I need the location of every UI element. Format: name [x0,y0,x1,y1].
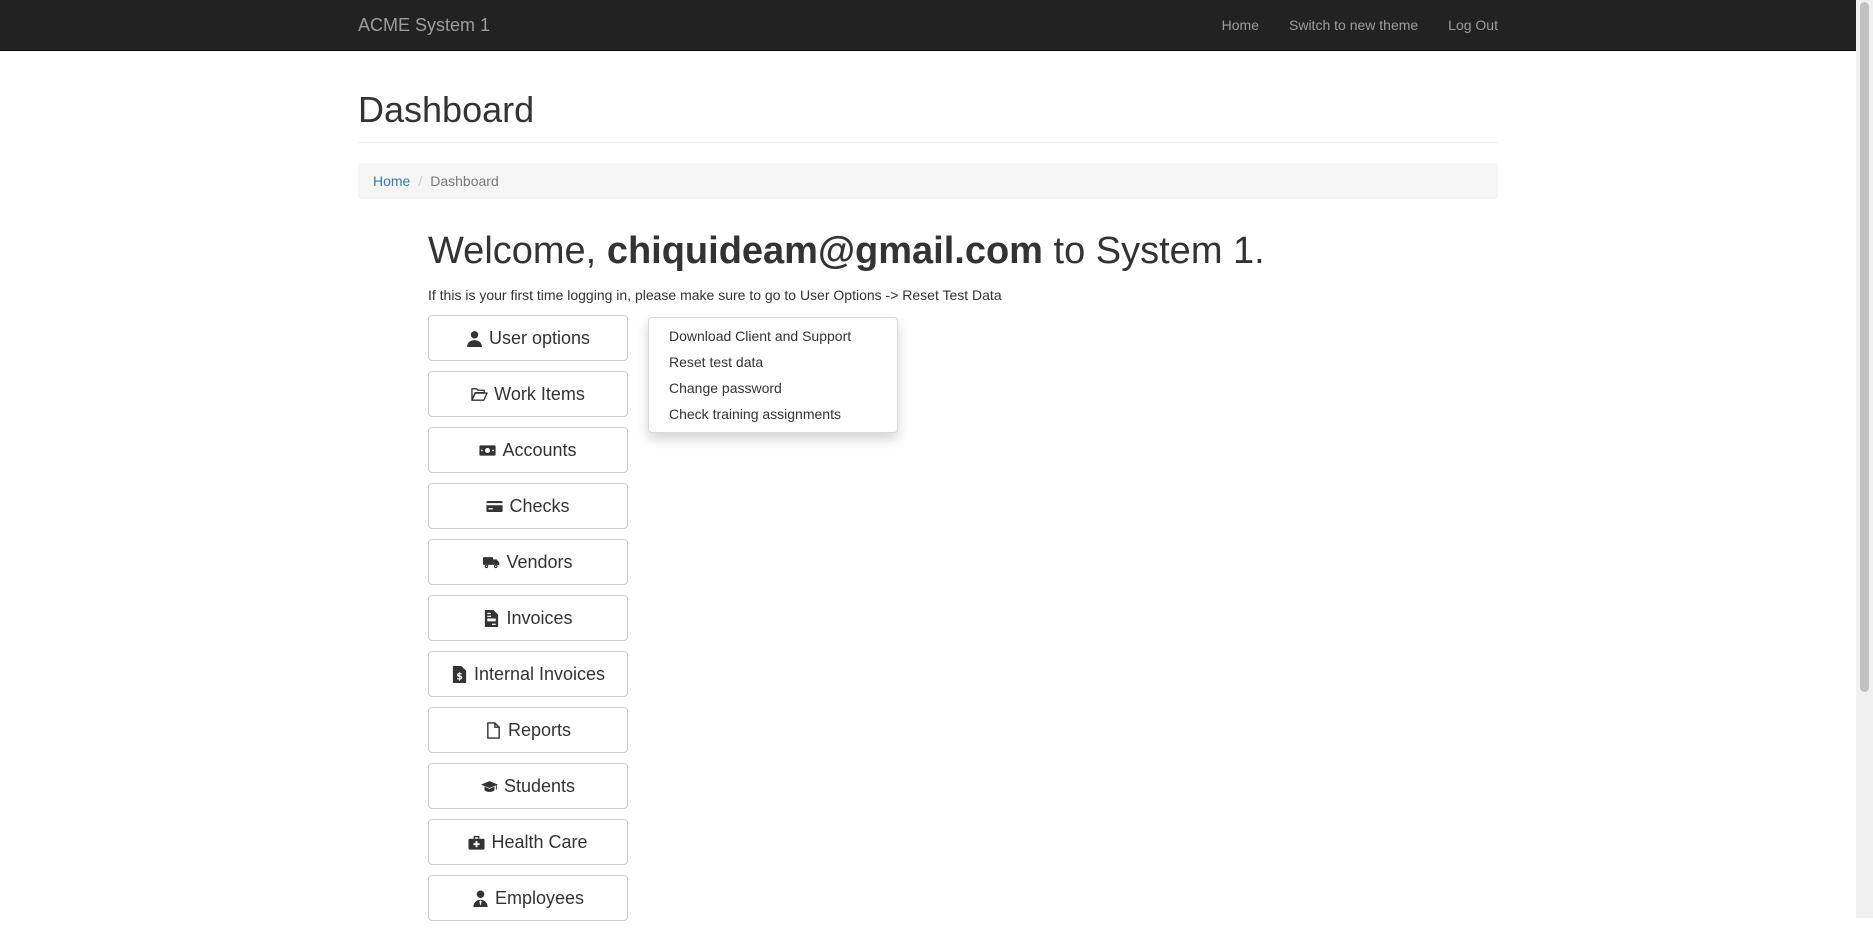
top-navbar: ACME System 1 Home Switch to new theme L… [0,0,1856,51]
credit-card-icon [486,500,504,512]
user-icon [467,330,482,347]
money-bill-icon [479,444,497,456]
checks-label: Checks [509,495,570,516]
reports-button[interactable]: Reports [428,707,628,753]
accounts-button[interactable]: Accounts [428,427,628,473]
brand-link[interactable]: ACME System 1 [358,0,490,50]
file-invoice-icon [485,609,499,627]
main-container: Dashboard Home / Dashboard [358,50,1498,199]
employees-button[interactable]: Employees [428,875,628,921]
user-options-dropdown: Download Client and Support Reset test d… [648,317,898,433]
checks-button[interactable]: Checks [428,483,628,529]
internal-invoices-label: Internal Invoices [473,663,606,684]
scrollbar-thumb[interactable] [1860,2,1869,692]
file-icon [487,721,500,739]
folder-open-icon [471,387,488,401]
change-password-item[interactable]: Change password [649,375,897,401]
students-label: Students [503,775,576,796]
work-items-label: Work Items [494,383,585,404]
vendors-label: Vendors [506,551,573,572]
page-title: Dashboard [358,89,535,130]
accounts-label: Accounts [502,439,577,460]
medkit-icon [468,835,485,850]
nav-logout-link[interactable]: Log Out [1448,17,1498,33]
breadcrumb-home-link[interactable]: Home [373,173,410,189]
reports-label: Reports [507,719,572,740]
breadcrumb: Home / Dashboard [358,162,1498,199]
breadcrumb-separator: / [418,172,423,189]
vertical-scrollbar[interactable] [1856,0,1873,918]
truck-icon [483,556,500,568]
welcome-suffix: to System 1. [1053,230,1265,272]
graduation-cap-icon [480,780,498,792]
user-options-button[interactable]: User options [428,315,628,361]
user-options-label: User options [488,327,591,348]
welcome-prefix: Welcome, [428,230,597,272]
nav-switch-theme-link[interactable]: Switch to new theme [1289,17,1418,33]
invoices-button[interactable]: Invoices [428,595,628,641]
nav-home-link[interactable]: Home [1222,17,1259,33]
work-items-button[interactable]: Work Items [428,371,628,417]
health-care-button[interactable]: Health Care [428,819,628,865]
health-care-label: Health Care [491,831,588,852]
check-training-item[interactable]: Check training assignments [649,401,897,427]
dashboard-menu: User options Work Items Accounts Checks … [428,315,628,931]
file-invoice-dollar-icon: $ [452,665,467,683]
employees-label: Employees [494,887,585,908]
download-client-item[interactable]: Download Client and Support [649,323,897,349]
reset-test-data-item[interactable]: Reset test data [649,349,897,375]
first-login-hint: If this is your first time logging in, p… [428,287,1002,303]
invoices-label: Invoices [506,607,573,628]
welcome-heading: Welcome, chiquideam@gmail.com to System … [428,230,1265,273]
nav-links: Home Switch to new theme Log Out [1222,0,1498,50]
internal-invoices-button[interactable]: $ Internal Invoices [428,651,628,697]
welcome-user: chiquideam@gmail.com [606,230,1043,272]
breadcrumb-current: Dashboard [430,172,499,189]
svg-text:$: $ [456,671,463,682]
user-tie-icon [473,889,488,907]
page-header: Dashboard [358,90,1498,143]
students-button[interactable]: Students [428,763,628,809]
vendors-button[interactable]: Vendors [428,539,628,585]
